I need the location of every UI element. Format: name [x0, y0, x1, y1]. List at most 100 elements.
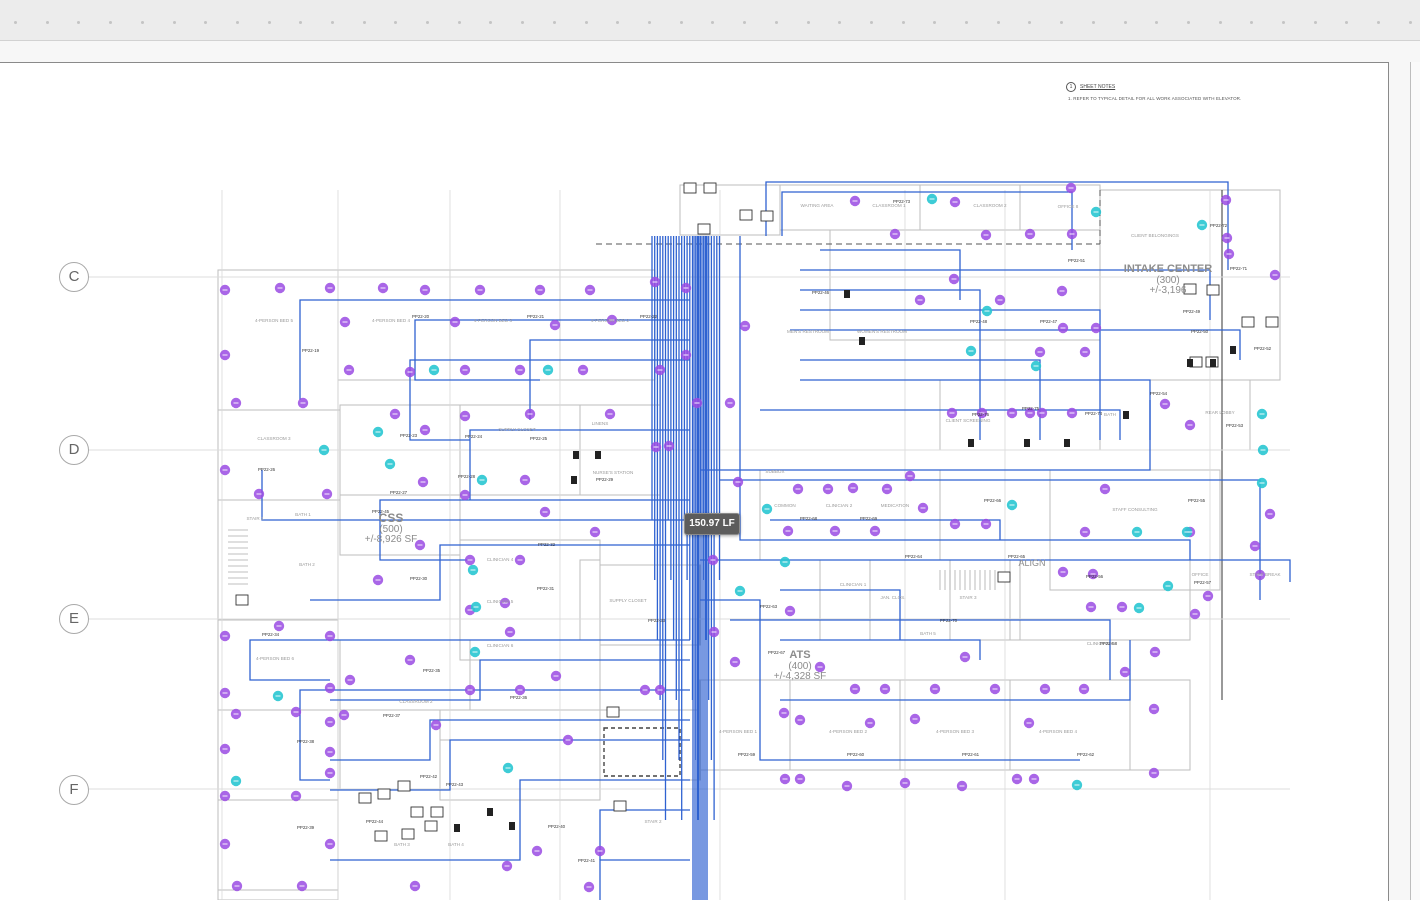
room-label: LINENS — [592, 421, 609, 426]
room-label: STAIR 3 — [959, 595, 976, 600]
device-tag: PP22-36 — [510, 695, 528, 700]
grid-bubble-d: D — [59, 435, 89, 465]
zone-name: ATS — [789, 649, 811, 661]
conduit-run — [820, 249, 961, 300]
breaker-symbol — [859, 337, 865, 345]
breaker-symbol — [1187, 359, 1193, 367]
zone-area: +/-3,196 — [1149, 285, 1187, 297]
breaker-symbol — [1123, 411, 1129, 419]
room-label: MEDICATION — [881, 503, 910, 508]
device-tag: PP22-33 — [648, 618, 666, 623]
panel-symbol — [358, 792, 372, 804]
panel-symbol — [410, 806, 424, 818]
room-label: SUPPLY CLOSET — [609, 598, 647, 603]
device-tag: PP22-57 — [1194, 580, 1212, 585]
breaker-symbol — [844, 290, 850, 298]
floor-plan-canvas[interactable]: WAITING AREA CLASSROOM 1 CLASSROOM 2 OFFICE… — [0, 0, 1420, 900]
room-label: 4-PERSON BED 6 — [256, 656, 294, 661]
device-tag: PP22-68 — [800, 516, 818, 521]
device-tag: PP22-34 — [262, 632, 280, 637]
breaker-symbol — [487, 808, 493, 816]
panel-symbol — [1241, 316, 1255, 328]
breaker-symbol — [595, 451, 601, 459]
room-label: 4-PERSON BED 3 — [936, 729, 974, 734]
device-tag: PP22-51 — [1068, 258, 1086, 263]
measurement-tooltip: 150.97 LF — [684, 513, 740, 535]
zone-name: CSS — [378, 511, 404, 525]
room-label: OFFICE 8 — [1058, 204, 1079, 209]
device-tag: PP22-72 — [1210, 223, 1228, 228]
device-tag: PP22-42 — [420, 774, 438, 779]
device-tag: PP22-20 — [412, 314, 430, 319]
wall-outline — [217, 409, 341, 501]
device-tag: PP22-52 — [1254, 346, 1272, 351]
device-tag: PP22-75 — [1022, 406, 1040, 411]
room-label: CLIENT BELONGINGS — [1131, 233, 1179, 238]
room-label: 4-PERSON BED 2 — [829, 729, 867, 734]
device-tag: PP22-53 — [1226, 423, 1244, 428]
panel-symbol — [997, 571, 1011, 583]
panel-symbol — [613, 800, 627, 812]
wall-outline — [869, 559, 951, 641]
conduit-run — [379, 499, 690, 561]
room-label: WAITING AREA — [800, 203, 834, 208]
grid-bubble-c: C — [59, 262, 89, 292]
device-tag: PP22-70 — [940, 618, 958, 623]
device-tag: PP22-19 — [302, 348, 320, 353]
shaft-outline — [603, 727, 681, 777]
zone-label-intake-center: INTAKE CENTER (300) +/-3,196 — [1120, 263, 1216, 297]
room-label: BATH 3 — [394, 842, 410, 847]
room-label: COMMON — [774, 503, 795, 508]
room-label: JAN. CLOS. — [880, 595, 905, 600]
room-label: REAR LOBBY — [1205, 410, 1234, 415]
wall-outline — [217, 269, 339, 891]
room-label: 4-PERSON BED 1 — [719, 729, 757, 734]
room-label: NURSE'S STATION — [593, 470, 634, 475]
device-tag: PP22-69 — [860, 516, 878, 521]
device-tag: PP22-41 — [578, 858, 596, 863]
room-label: 4-PERSON BED 4 — [1039, 729, 1077, 734]
device-tag: PP22-26 — [258, 467, 276, 472]
panel-symbol — [760, 210, 774, 222]
conduit-run — [330, 659, 690, 701]
device-tag: PP22-27 — [390, 490, 408, 495]
conduit-run — [781, 191, 1073, 250]
conduit-run — [599, 809, 690, 860]
room-label: BATH 4 — [448, 842, 464, 847]
room-label: CLASSROOM 2 — [399, 699, 433, 704]
room-label: CLASSROOM 3 — [257, 436, 291, 441]
zone-label-css: CSS (500) +/-8,926 SF — [356, 512, 426, 546]
room-label: MEN'S RESTROOM — [787, 329, 829, 334]
zone-name: ALIGN — [1018, 558, 1046, 568]
device-tag: PP22-47 — [1040, 319, 1058, 324]
wall-outline — [459, 539, 601, 661]
zone-area: +/-8,926 SF — [364, 534, 418, 546]
breaker-symbol — [1210, 359, 1216, 367]
breaker-symbol — [1064, 439, 1070, 447]
room-label: 4-PERSON BED 4 — [372, 318, 410, 323]
conduit-run — [299, 689, 690, 781]
device-tag: PP22-30 — [410, 576, 428, 581]
device-tag: PP22-23 — [400, 433, 418, 438]
device-tag: PP22-40 — [548, 824, 566, 829]
panel-symbol — [377, 788, 391, 800]
room-label: STAIR 2 — [644, 819, 661, 824]
panel-symbol — [1265, 316, 1279, 328]
device-tag: PP22-22 — [640, 314, 658, 319]
panel-symbol — [401, 828, 415, 840]
conduit-run — [765, 181, 1229, 270]
room-label: CLINICIAN 2 — [826, 503, 853, 508]
device-tag: PP22-54 — [1150, 391, 1168, 396]
room-label: CLASSROOM 2 — [973, 203, 1007, 208]
room-label: OFFICE — [1192, 572, 1209, 577]
panel-symbol — [606, 706, 620, 718]
room-label: CLINICIAN 6 — [487, 643, 514, 648]
device-tag: PP22-48 — [970, 319, 988, 324]
wall-outline — [1099, 379, 1251, 451]
breaker-symbol — [571, 476, 577, 484]
sheet-note-marker: 1 — [1066, 82, 1076, 92]
device-tag: PP22-38 — [297, 739, 315, 744]
breaker-symbol — [1024, 439, 1030, 447]
wall-outline — [217, 709, 339, 801]
wall-outline — [829, 229, 1101, 341]
